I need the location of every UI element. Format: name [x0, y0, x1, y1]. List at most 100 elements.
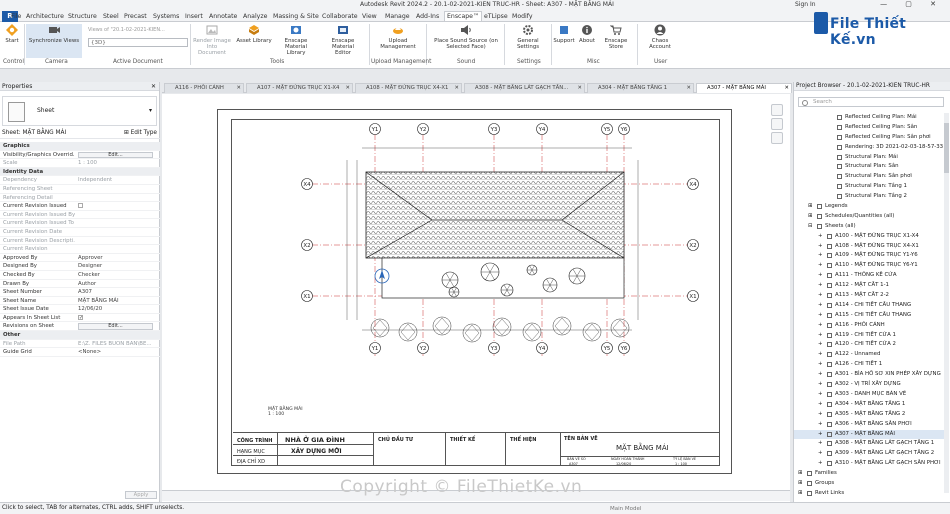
browser-item[interactable]: ⊟ Sheets (all) — [794, 222, 944, 232]
browser-item[interactable]: + A120 - CHI TIẾT CỬA 2 — [794, 340, 944, 350]
tab-annotate[interactable]: Annotate — [207, 12, 239, 22]
expand-toggle-icon[interactable]: + — [818, 251, 823, 261]
browser-item[interactable]: ⊞ Groups — [794, 479, 944, 489]
expand-toggle-icon[interactable]: ⊟ — [808, 222, 813, 232]
property-value[interactable]: <None> — [78, 348, 156, 357]
browser-item[interactable]: Rendering: 3D 2021-02-03-18-57-33 (E — [794, 143, 944, 153]
property-row[interactable]: Designed By Designer — [0, 262, 160, 271]
browser-item[interactable]: + A116 - PHỐI CẢNH — [794, 321, 944, 331]
grid-bubble[interactable]: Y4 — [536, 123, 548, 135]
close-tab-icon[interactable]: ✕ — [455, 84, 459, 93]
property-value[interactable]: MẶT BẰNG MÁI — [78, 297, 156, 306]
enscape-store-button[interactable]: Enscape Store — [597, 24, 635, 58]
tab-structure[interactable]: Structure — [66, 12, 99, 22]
browser-item[interactable]: + A301 - BÌA HỒ SƠ XIN PHÉP XÂY DỰNG — [794, 370, 944, 380]
browser-item[interactable]: + A108 - MẶT ĐỨNG TRỤC X4-X1 — [794, 242, 944, 252]
property-row[interactable]: Checked By Checker — [0, 271, 160, 280]
browser-item[interactable]: + A302 - VỊ TRÍ XÂY DỰNG — [794, 380, 944, 390]
grid-bubble[interactable]: Y4 — [536, 342, 548, 354]
tab-architecture[interactable]: Architecture — [24, 12, 66, 22]
upload-management-button[interactable]: Upload Management — [376, 24, 420, 58]
grid-bubble[interactable]: Y6 — [618, 123, 630, 135]
grid-bubble[interactable]: Y6 — [618, 342, 630, 354]
property-value[interactable]: A307 — [78, 288, 156, 297]
browser-item[interactable]: + A309 - MẶT BẰNG LÁT GẠCH TẦNG 2 — [794, 449, 944, 459]
grid-bubble[interactable]: X4 — [301, 178, 313, 190]
browser-item[interactable]: ⊞ Families — [794, 469, 944, 479]
browser-item[interactable]: + A112 - MẶT CẮT 1-1 — [794, 281, 944, 291]
browser-item[interactable]: ⊞ Schedules/Quantities (all) — [794, 212, 944, 222]
browser-item[interactable]: + A304 - MẶT BẰNG TẦNG 1 — [794, 400, 944, 410]
pan-icon[interactable] — [771, 132, 783, 144]
chevron-down-icon[interactable]: ▾ — [149, 107, 152, 114]
browser-item[interactable]: + A308 - MẶT BẰNG LÁT GẠCH TẦNG 1 — [794, 439, 944, 449]
apply-button[interactable]: Apply — [125, 491, 157, 499]
tab-file[interactable]: File — [9, 12, 23, 22]
expand-toggle-icon[interactable]: ⊞ — [808, 212, 813, 222]
window-controls[interactable]: — ▢ ✕ — [880, 0, 944, 8]
property-row[interactable]: Current Revision Issued By — [0, 211, 160, 220]
expand-toggle-icon[interactable]: + — [818, 360, 823, 370]
property-row[interactable]: Current Revision Issued — [0, 202, 160, 211]
grid-bubble[interactable]: X1 — [687, 290, 699, 302]
grid-bubble[interactable]: X4 — [687, 178, 699, 190]
property-row[interactable]: Drawn By Author — [0, 280, 160, 289]
type-selector[interactable]: Sheet ▾ — [2, 96, 157, 126]
close-tab-icon[interactable]: ✕ — [785, 84, 789, 93]
asset-library-button[interactable]: Asset Library — [236, 24, 272, 58]
browser-item[interactable]: + A303 - DANH MỤC BẢN VẼ — [794, 390, 944, 400]
grid-bubble[interactable]: Y1 — [369, 342, 381, 354]
property-section-header[interactable]: Other — [0, 331, 160, 340]
property-value[interactable]: Checker — [78, 271, 156, 280]
expand-toggle-icon[interactable]: + — [818, 380, 823, 390]
browser-item[interactable]: + A114 - CHI TIẾT CẦU THANG — [794, 301, 944, 311]
browser-item[interactable]: Reflected Ceiling Plan: Sân phơi — [794, 133, 944, 143]
tab-manage[interactable]: Manage — [383, 12, 412, 22]
property-edit-button[interactable]: Edit... — [78, 151, 153, 159]
tab-view[interactable]: View — [360, 12, 379, 22]
property-row[interactable]: Visibility/Graphics Overrid... Edit... — [0, 151, 160, 160]
edit-type-button[interactable]: ⊞ Edit Type — [124, 129, 157, 138]
browser-item[interactable]: + A307 - MẶT BẰNG MÁI — [794, 429, 944, 440]
tab-precast[interactable]: Precast — [122, 12, 149, 22]
grid-bubble[interactable]: Y5 — [601, 123, 613, 135]
browser-item[interactable]: ⊞ Legends — [794, 202, 944, 212]
scrollbar-thumb[interactable] — [944, 123, 949, 173]
browser-item[interactable]: + A111 - THỐNG KÊ CỬA — [794, 271, 944, 281]
expand-toggle-icon[interactable]: + — [818, 281, 823, 291]
expand-toggle-icon[interactable]: + — [818, 430, 823, 440]
expand-toggle-icon[interactable]: + — [818, 449, 823, 459]
grid-bubble[interactable]: Y2 — [417, 123, 429, 135]
browser-item[interactable]: Structural Plan: Sân — [794, 162, 944, 172]
grid-bubble[interactable]: Y1 — [369, 123, 381, 135]
render-image-button[interactable]: Render Image Into Document — [192, 24, 232, 58]
active-model-combo[interactable]: Main Model — [610, 504, 641, 514]
grid-bubble[interactable]: Y2 — [417, 342, 429, 354]
property-row[interactable]: File Path E:\Z. FILES BUON BAN\BE... — [0, 340, 160, 349]
zoom-icon[interactable] — [771, 118, 783, 130]
browser-item[interactable]: + A119 - CHI TIẾT CỬA 1 — [794, 331, 944, 341]
browser-item[interactable]: + A310 - MẶT BẰNG LÁT GẠCH SÂN PHƠI — [794, 459, 944, 469]
grid-bubble[interactable]: Y5 — [601, 342, 613, 354]
property-row[interactable]: Referencing Detail — [0, 194, 160, 203]
property-value[interactable]: Designer — [78, 262, 156, 271]
view-tab[interactable]: A308 - MẶT BẰNG LÁT GẠCH TẦN... ✕ — [464, 83, 585, 93]
property-row[interactable]: Sheet Name MẶT BẰNG MÁI — [0, 297, 160, 306]
synchronize-views-button[interactable]: Synchronize Views — [26, 24, 82, 58]
property-row[interactable]: Current Revision Descripti... — [0, 237, 160, 246]
browser-item[interactable]: + A110 - MẶT ĐỨNG TRỤC Y6-Y1 — [794, 261, 944, 271]
close-tab-icon[interactable]: ✕ — [346, 84, 350, 93]
browser-item[interactable]: + A126 - CHI TIẾT 1 — [794, 360, 944, 370]
expand-toggle-icon[interactable]: + — [818, 291, 823, 301]
expand-toggle-icon[interactable]: + — [818, 350, 823, 360]
close-icon[interactable]: ✕ — [151, 82, 156, 91]
expand-toggle-icon[interactable]: ⊞ — [798, 489, 803, 499]
property-row[interactable]: Approved By Approver — [0, 254, 160, 263]
close-tab-icon[interactable]: ✕ — [687, 84, 691, 93]
general-settings-button[interactable]: General Settings — [507, 24, 549, 58]
property-section-header[interactable]: Graphics — [0, 142, 160, 151]
tab-collaborate[interactable]: Collaborate — [320, 12, 360, 22]
browser-item[interactable]: + A122 - Unnamed — [794, 350, 944, 360]
project-browser-search-input[interactable]: Search — [798, 97, 944, 107]
property-value[interactable]: 1 : 100 — [78, 159, 156, 168]
